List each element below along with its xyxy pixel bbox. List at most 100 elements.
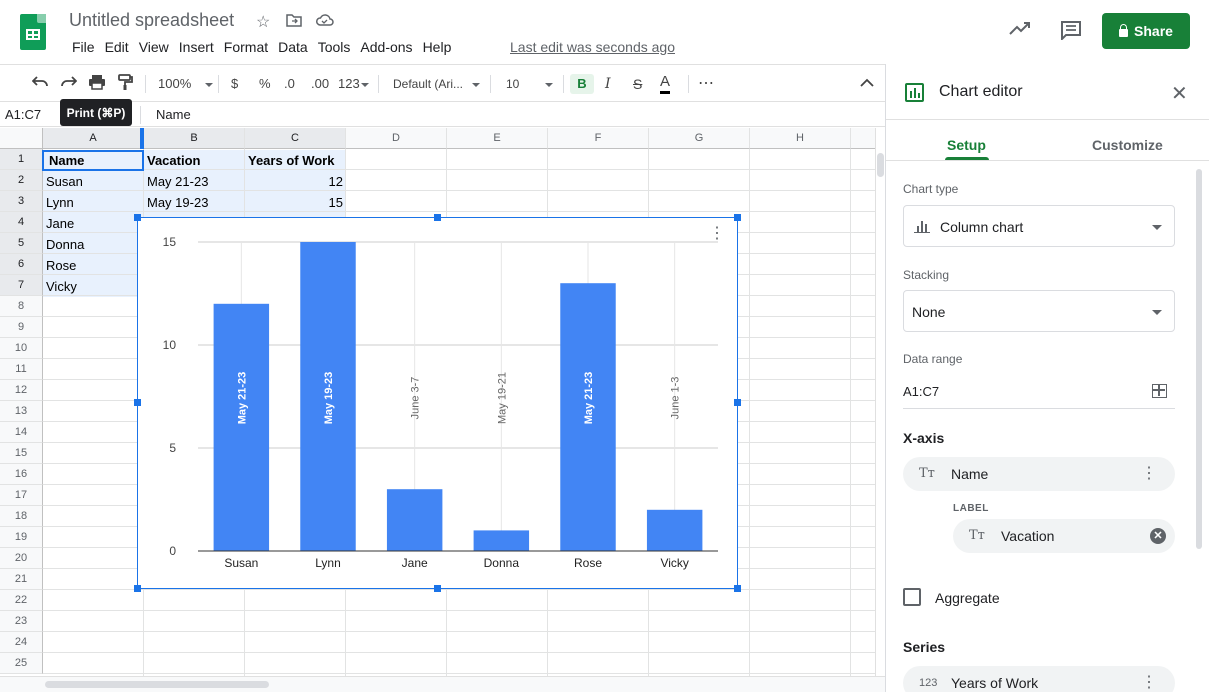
vertical-scrollbar[interactable] [875, 128, 885, 676]
scrollbar-thumb[interactable] [877, 153, 884, 177]
name-box[interactable]: A1:C7 [5, 107, 41, 122]
column-resize-handle[interactable] [140, 128, 144, 149]
menu-view[interactable]: View [134, 39, 174, 55]
row-header[interactable]: 4 [0, 212, 43, 233]
row-header[interactable]: 1 [0, 149, 43, 170]
row-header[interactable]: 19 [0, 527, 43, 548]
series-chip[interactable]: 123 Years of Work ⋮ [903, 666, 1175, 692]
panel-scrollbar[interactable] [1196, 169, 1202, 549]
italic-button[interactable]: I [605, 74, 611, 94]
select-range-icon[interactable] [1152, 384, 1167, 398]
resize-handle[interactable] [134, 585, 141, 592]
more-formats-select[interactable]: 123 [338, 74, 369, 94]
menu-add-ons[interactable]: Add-ons [355, 39, 417, 55]
row-header[interactable]: 11 [0, 359, 43, 380]
row-header[interactable]: 8 [0, 296, 43, 317]
resize-handle[interactable] [434, 585, 441, 592]
cell-a7[interactable]: Vicky [43, 276, 80, 297]
strikethrough-button[interactable]: S [633, 74, 642, 94]
row-header[interactable]: 9 [0, 317, 43, 338]
menu-file[interactable]: File [67, 39, 100, 55]
remove-icon[interactable]: ✕ [1150, 528, 1166, 544]
column-header-b[interactable]: B [144, 128, 245, 149]
row-header[interactable]: 14 [0, 422, 43, 443]
row-header[interactable]: 12 [0, 380, 43, 401]
cell-c3[interactable]: 15 [245, 192, 346, 213]
scrollbar-thumb[interactable] [45, 681, 269, 688]
zoom-select[interactable]: 100% [158, 74, 214, 94]
resize-handle[interactable] [734, 214, 741, 221]
resize-handle[interactable] [734, 399, 741, 406]
undo-icon[interactable] [31, 74, 49, 94]
cell-a5[interactable]: Donna [43, 234, 87, 255]
row-header[interactable]: 25 [0, 653, 43, 674]
row-header[interactable]: 17 [0, 485, 43, 506]
column-header-g[interactable]: G [649, 128, 750, 149]
row-header[interactable]: 10 [0, 338, 43, 359]
menu-data[interactable]: Data [273, 39, 313, 55]
row-header[interactable]: 13 [0, 401, 43, 422]
resize-handle[interactable] [434, 214, 441, 221]
column-header-blank[interactable] [851, 128, 875, 149]
row-header[interactable]: 23 [0, 611, 43, 632]
column-chart[interactable]: 0 5 10 15 Susan May 21-23 Lynn May 19-23 Jane Jun… [137, 217, 738, 589]
collapse-toolbar-icon[interactable] [860, 74, 874, 94]
column-header-a[interactable]: A [43, 128, 144, 149]
row-header[interactable]: 24 [0, 632, 43, 653]
resize-handle[interactable] [134, 214, 141, 221]
decrease-decimal-button[interactable]: .0 [284, 74, 295, 94]
share-button[interactable]: Share [1102, 13, 1190, 49]
row-header[interactable]: 15 [0, 443, 43, 464]
trending-icon[interactable] [1009, 20, 1031, 41]
formula-input[interactable]: Name [156, 107, 191, 122]
chart-type-dropdown[interactable]: Column chart [903, 205, 1175, 247]
column-header-h[interactable]: H [750, 128, 851, 149]
cell-b1[interactable]: Vacation [144, 150, 203, 171]
column-header-f[interactable]: F [548, 128, 649, 149]
row-header[interactable]: 5 [0, 233, 43, 254]
data-range-input[interactable]: A1:C7 [903, 379, 1175, 409]
row-header[interactable]: 20 [0, 548, 43, 569]
print-icon[interactable] [88, 74, 106, 94]
cell-a6[interactable]: Rose [43, 255, 79, 276]
resize-handle[interactable] [734, 585, 741, 592]
aggregate-checkbox[interactable] [903, 588, 921, 606]
stacking-dropdown[interactable]: None [903, 290, 1175, 332]
more-options-icon[interactable]: ⋯ [698, 74, 714, 94]
font-size-select[interactable]: 10 [506, 74, 554, 94]
font-family-select[interactable]: Default (Ari... [393, 74, 481, 94]
text-color-button[interactable]: A [660, 74, 671, 94]
column-header-c[interactable]: C [245, 128, 346, 149]
percent-format-button[interactable]: % [259, 74, 271, 94]
more-vert-icon[interactable]: ⋮ [1141, 675, 1157, 691]
select-all-corner[interactable] [0, 128, 43, 149]
more-vert-icon[interactable]: ⋮ [1141, 466, 1157, 482]
x-axis-chip[interactable]: Tт Name ⋮ [903, 457, 1175, 491]
column-header-e[interactable]: E [447, 128, 548, 149]
label-chip[interactable]: Tт Vacation ✕ [953, 519, 1175, 553]
bold-button[interactable]: B [570, 74, 594, 94]
close-icon[interactable]: ✕ [1171, 81, 1188, 106]
comment-icon[interactable] [1060, 20, 1082, 45]
cell-c2[interactable]: 12 [245, 171, 346, 192]
row-header[interactable]: 2 [0, 170, 43, 191]
currency-format-button[interactable]: $ [231, 74, 238, 94]
row-header[interactable]: 21 [0, 569, 43, 590]
row-header[interactable]: 6 [0, 254, 43, 275]
menu-tools[interactable]: Tools [313, 39, 356, 55]
last-edit-link[interactable]: Last edit was seconds ago [510, 39, 675, 55]
cell-a4[interactable]: Jane [43, 213, 77, 234]
row-header[interactable]: 3 [0, 191, 43, 212]
horizontal-scrollbar[interactable] [0, 676, 885, 692]
paint-format-icon[interactable] [117, 74, 133, 94]
menu-format[interactable]: Format [219, 39, 273, 55]
document-title[interactable]: Untitled spreadsheet [69, 10, 234, 31]
column-header-d[interactable]: D [346, 128, 447, 149]
menu-insert[interactable]: Insert [174, 39, 219, 55]
row-header[interactable]: 22 [0, 590, 43, 611]
star-icon[interactable]: ☆ [256, 12, 270, 32]
row-header[interactable]: 18 [0, 506, 43, 527]
row-header[interactable]: 7 [0, 275, 43, 296]
cell-a3[interactable]: Lynn [43, 192, 77, 213]
cell-c1[interactable]: Years of Work [245, 150, 337, 171]
